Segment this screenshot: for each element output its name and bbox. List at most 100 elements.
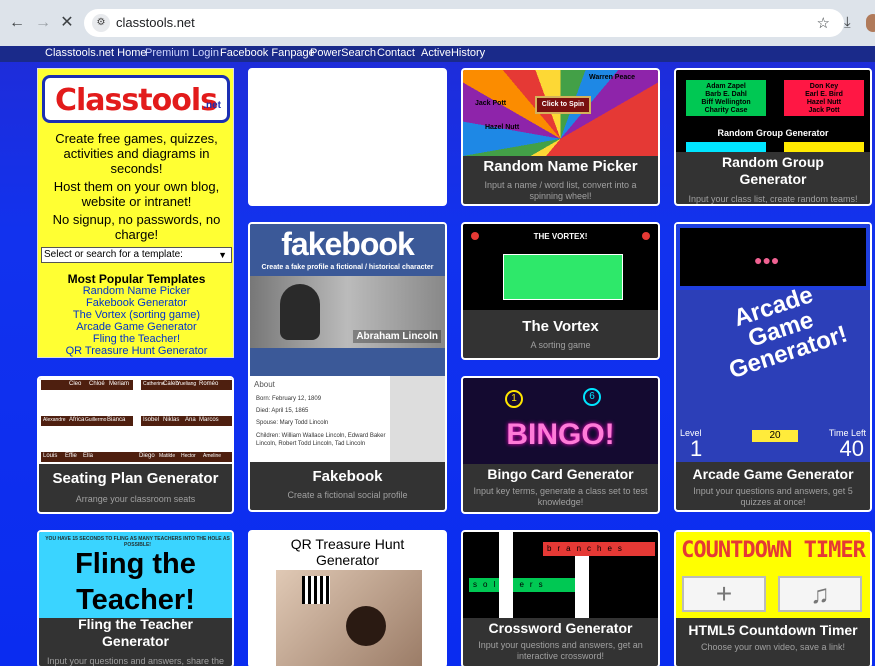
seat-name: Catherine (143, 381, 165, 387)
seating-thumbnail: Cleo Chloé Meriam Catherine Caleb Yuelia… (39, 378, 232, 464)
seat-name: Chloé (89, 381, 105, 387)
card-random-name-picker[interactable]: Jack Pott Warren Peace Hazel Nutt Click … (461, 68, 660, 206)
popular-link[interactable]: Fling the Teacher! (38, 333, 235, 345)
qr-photo (276, 570, 422, 666)
url-text[interactable]: classtools.net (116, 15, 195, 30)
crossword-across: branches (543, 542, 655, 556)
spin-button[interactable]: Click to Spin (535, 96, 591, 114)
bookmark-star-icon[interactable]: ☆ (817, 14, 830, 32)
close-icon[interactable]: ✕ (58, 14, 76, 32)
card-title: Fakebook (312, 468, 383, 485)
about-fact: Children: William Wallace Lincoln, Edwar… (256, 433, 386, 447)
seat-name: Cleo (69, 381, 82, 387)
timer-thumbnail: COUNTDOWN TIMER + ♫ (676, 532, 870, 618)
popular-link[interactable]: QR Treasure Hunt Generator (38, 345, 235, 357)
nav-activehistory[interactable]: ActiveHistory (421, 47, 485, 59)
qr-code-icon (302, 576, 330, 604)
card-bingo-card-generator[interactable]: BINGO! 1 6 Bingo Card Generator Input ke… (461, 376, 660, 514)
nav-premium-login[interactable]: Premium Login (145, 47, 219, 59)
profile-name: Abraham Lincoln (353, 330, 441, 343)
group-box (784, 142, 864, 152)
ghost-icon: ●●● (754, 252, 780, 268)
arrow-right-icon[interactable]: → (34, 14, 52, 32)
card-seating-plan-generator[interactable]: Cleo Chloé Meriam Catherine Caleb Yuelia… (37, 376, 234, 514)
seat-name: Ella (83, 453, 94, 459)
card-qr-treasure-hunt[interactable]: QR Treasure Hunt Generator (248, 530, 447, 666)
card-the-vortex[interactable]: THE VORTEX! The Vortex A sorting game (461, 222, 660, 360)
card-desc: Input your questions and answers, share … (46, 656, 225, 666)
popular-link[interactable]: The Vortex (sorting game) (38, 309, 235, 321)
card-title: HTML5 Countdown Timer (688, 622, 858, 638)
download-icon[interactable]: ⤓ (844, 14, 851, 31)
nav-contact[interactable]: Contact (377, 47, 415, 59)
template-select-value: Select or search for a template: (44, 249, 183, 260)
about-section: About Born: February 12, 1809 Died: Apri… (250, 376, 390, 462)
crossword-column (575, 556, 589, 618)
card-title: QR Treasure Hunt Generator (290, 536, 405, 568)
site-info-icon[interactable]: ⚙ (92, 14, 110, 32)
fakebook-thumbnail: fakebook Create a fake profile a fiction… (250, 224, 445, 376)
card-title: Seating Plan Generator (52, 470, 219, 487)
blurb-nosignup: No signup, no passwords, no charge! (52, 212, 221, 242)
template-select[interactable]: Select or search for a template: ▼ (41, 247, 232, 263)
logo-text: Classtools (55, 83, 218, 118)
seat-name: Africa (69, 417, 85, 423)
seat-name: Yueliang (177, 381, 197, 387)
classtools-logo[interactable]: Classtools .net (42, 75, 230, 123)
card-title: Random Name Picker (483, 158, 638, 175)
blurb-create: Create free games, quizzes, activities a… (55, 131, 218, 176)
address-bar[interactable]: ⚙ classtools.net ☆ (84, 9, 844, 37)
fakebook-tagline: Create a fake profile a fictional / hist… (261, 264, 434, 271)
about-fact: Spouse: Mary Todd Lincoln (256, 420, 329, 426)
page-body: Classtools.net Home Premium Login Facebo… (0, 46, 875, 666)
group-label: Random Group Generator (717, 128, 829, 138)
about-fact: Born: February 12, 1809 (256, 396, 322, 402)
dot-icon (471, 232, 479, 240)
crossword-down: soldiers (469, 578, 581, 592)
wheel-name: Warren Peace (589, 74, 636, 81)
browser-toolbar: ← → ✕ ⚙ classtools.net ☆ ⤓ (0, 0, 875, 46)
card-desc: Choose your own video, save a link! (700, 642, 846, 652)
card-random-group-generator[interactable]: Adam Zapel Barb E. Dahl Biff Wellington … (674, 68, 872, 206)
group-thumbnail: Adam Zapel Barb E. Dahl Biff Wellington … (676, 70, 870, 152)
nav-home[interactable]: Classtools.net Home (45, 47, 147, 59)
card-crossword-generator[interactable]: branches soldiers Crossword Generator In… (461, 530, 660, 666)
card-desc: Arrange your classroom seats (75, 494, 196, 504)
plus-icon[interactable]: + (682, 576, 766, 612)
blank-card (248, 68, 447, 206)
card-countdown-timer[interactable]: COUNTDOWN TIMER + ♫ HTML5 Countdown Time… (674, 530, 872, 666)
seat-name: Matilde (159, 453, 176, 459)
group-box: Adam Zapel Barb E. Dahl Biff Wellington … (686, 80, 766, 116)
time-value: 40 (839, 436, 864, 461)
seat-name: Marcos (199, 417, 219, 423)
avatar[interactable] (866, 14, 875, 32)
popular-link[interactable]: Arcade Game Generator (38, 321, 235, 333)
bingo-ball-icon: 6 (583, 388, 601, 406)
popular-link[interactable]: Random Name Picker (38, 285, 235, 297)
card-desc: Input key terms, generate a class set to… (473, 486, 648, 507)
popular-title: Most Popular Templates (67, 272, 206, 286)
card-desc: Input your class list, create random tea… (688, 194, 858, 204)
nav-facebook[interactable]: Facebook Fanpage (220, 47, 315, 59)
bingo-ball-icon: 1 (505, 390, 523, 408)
sidebar-thumb (390, 376, 445, 462)
card-fling-the-teacher[interactable]: YOU HAVE 15 SECONDS TO FLING AS MANY TEA… (37, 530, 234, 666)
music-note-icon[interactable]: ♫ (778, 576, 862, 612)
card-title: Bingo Card Generator (487, 466, 634, 482)
card-arcade-game-generator[interactable]: ●●● Arcade Game Generator! Level 1 20 Ti… (674, 222, 872, 512)
seat-name: Guillermo (85, 417, 107, 423)
dot-icon (642, 232, 650, 240)
popular-link[interactable]: Fakebook Generator (38, 297, 235, 309)
card-desc: Input your questions and answers, get 5 … (693, 486, 853, 507)
nav-powersearch[interactable]: PowerSearch (310, 47, 376, 59)
bingo-thumbnail: BINGO! 1 6 (463, 378, 658, 464)
fling-big-text: Fling the Teacher! (75, 548, 196, 616)
site-nav: Classtools.net Home Premium Login Facebo… (0, 46, 875, 62)
seat-name: Roméo (199, 381, 219, 387)
portrait-figure (280, 284, 320, 340)
card-desc: Input a name / word list, convert into a… (484, 180, 637, 201)
intro-panel: Classtools .net Create free games, quizz… (37, 68, 234, 358)
chevron-down-icon: ▼ (218, 250, 227, 260)
arrow-left-icon[interactable]: ← (8, 14, 26, 32)
card-fakebook[interactable]: fakebook Create a fake profile a fiction… (248, 222, 447, 512)
